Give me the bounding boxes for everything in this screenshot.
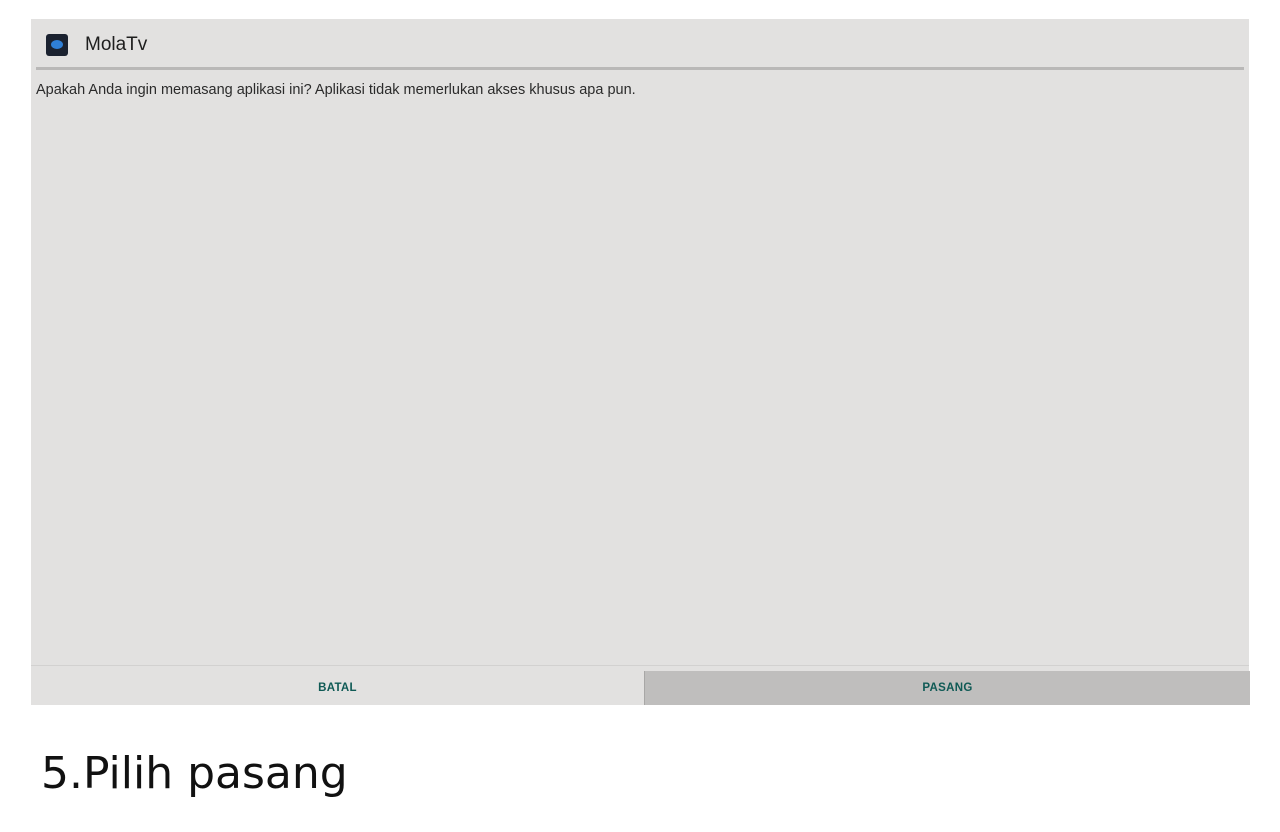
install-prompt-text: Apakah Anda ingin memasang aplikasi ini?… [36, 82, 636, 98]
install-button[interactable]: PASANG [644, 671, 1250, 705]
app-name: MolaTv [85, 34, 148, 55]
title-divider [36, 67, 1244, 70]
molatv-app-icon [46, 34, 68, 56]
install-dialog-screen: MolaTv Apakah Anda ingin memasang aplika… [31, 19, 1250, 705]
actions-divider [31, 665, 1249, 666]
title-bar: MolaTv [31, 19, 1249, 71]
step-caption: 5.Pilih pasang [41, 748, 348, 799]
cancel-button[interactable]: BATAL [31, 671, 644, 705]
